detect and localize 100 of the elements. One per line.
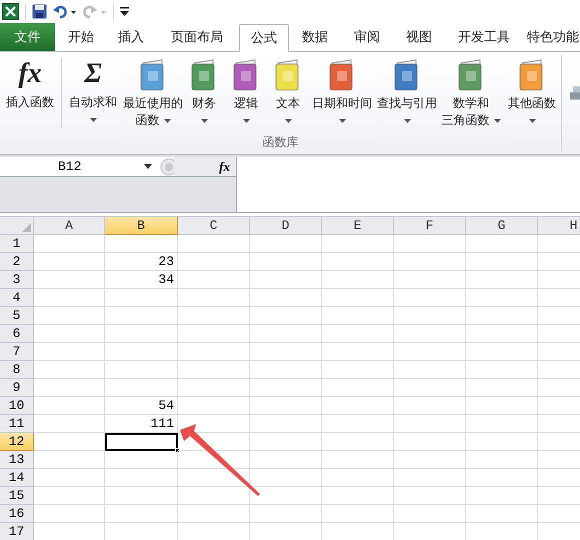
ribbon-tab[interactable]: 插入 bbox=[107, 23, 155, 51]
table-cell bbox=[34, 415, 105, 433]
ribbon-tab[interactable]: 页面布局 bbox=[155, 23, 239, 51]
table-cell bbox=[322, 397, 394, 415]
table-cell bbox=[250, 415, 322, 433]
row-header[interactable]: 12 bbox=[0, 433, 34, 451]
ribbon-button[interactable]: 查找与引用 bbox=[377, 95, 437, 112]
table-cell bbox=[394, 469, 466, 487]
row-header[interactable]: 6 bbox=[0, 325, 34, 343]
column-header[interactable]: A bbox=[34, 217, 105, 235]
table-cell bbox=[322, 271, 394, 289]
ribbon-button[interactable]: 财务 bbox=[192, 95, 216, 112]
table-cell bbox=[466, 451, 538, 469]
table-cell bbox=[322, 379, 394, 397]
row-header[interactable]: 10 bbox=[0, 397, 34, 415]
ribbon-tab[interactable]: 开始 bbox=[55, 23, 107, 51]
ribbon-tab[interactable]: 审阅 bbox=[341, 23, 393, 51]
ribbon-tab[interactable]: 视图 bbox=[393, 23, 445, 51]
customize-dropdown-icon[interactable] bbox=[120, 7, 129, 16]
row-header[interactable]: 8 bbox=[0, 361, 34, 379]
ribbon-button[interactable]: 数学和 三角函数 bbox=[442, 95, 500, 129]
caret-icon[interactable] bbox=[338, 119, 346, 123]
table-cell bbox=[34, 379, 105, 397]
ribbon-tab[interactable]: 数据 bbox=[289, 23, 341, 51]
fill-handle[interactable] bbox=[175, 448, 180, 453]
table-cell bbox=[322, 253, 394, 271]
ribbon-button[interactable]: 逻辑 bbox=[234, 95, 258, 112]
column-header[interactable]: D bbox=[250, 217, 322, 235]
caret-icon[interactable] bbox=[528, 119, 536, 123]
caret-icon[interactable] bbox=[164, 118, 170, 122]
table-cell bbox=[34, 325, 105, 343]
table-cell bbox=[394, 397, 466, 415]
table-cell bbox=[466, 325, 538, 343]
column-header[interactable]: B bbox=[105, 217, 178, 235]
table-cell bbox=[250, 433, 322, 451]
table-cell bbox=[178, 289, 250, 307]
row-header[interactable]: 7 bbox=[0, 343, 34, 361]
row-header[interactable]: 4 bbox=[0, 289, 34, 307]
table-cell bbox=[250, 379, 322, 397]
table-cell bbox=[250, 235, 322, 253]
row-header[interactable]: 13 bbox=[0, 451, 34, 469]
row-header[interactable]: 2 bbox=[0, 253, 34, 271]
function-icon: fx bbox=[18, 58, 42, 90]
column-header[interactable]: F bbox=[394, 217, 466, 235]
table-cell bbox=[178, 307, 250, 325]
ribbon-button[interactable]: 文本 bbox=[276, 95, 300, 112]
column-header[interactable]: G bbox=[466, 217, 538, 235]
ribbon-button[interactable]: 其他函数 bbox=[508, 95, 556, 112]
save-icon[interactable] bbox=[32, 4, 47, 19]
table-cell bbox=[250, 271, 322, 289]
ribbon-button[interactable]: 日期和时间 bbox=[312, 95, 372, 112]
row-header[interactable]: 15 bbox=[0, 487, 34, 505]
row-header[interactable]: 1 bbox=[0, 235, 34, 253]
table-cell bbox=[322, 325, 394, 343]
dropdown-arrow-icon[interactable] bbox=[144, 164, 152, 169]
undo-icon[interactable] bbox=[53, 4, 77, 18]
insert-function-button[interactable]: fx bbox=[219, 157, 236, 176]
column-header[interactable]: H bbox=[538, 217, 580, 235]
ribbon-tab[interactable]: 公式 bbox=[239, 24, 289, 52]
table-cell bbox=[394, 379, 466, 397]
row-header[interactable]: 11 bbox=[0, 415, 34, 433]
table-cell bbox=[466, 433, 538, 451]
column-header[interactable]: C bbox=[178, 217, 250, 235]
table-cell bbox=[466, 361, 538, 379]
formula-input-field[interactable] bbox=[237, 157, 580, 212]
table-cell bbox=[466, 343, 538, 361]
ribbon-tab[interactable]: 文件 bbox=[0, 23, 55, 51]
table-cell bbox=[466, 487, 538, 505]
ribbon-tab[interactable]: 开发工具 bbox=[445, 23, 523, 51]
active-cell[interactable] bbox=[105, 433, 178, 451]
caret-icon[interactable] bbox=[284, 119, 292, 123]
table-cell bbox=[322, 469, 394, 487]
ribbon-button[interactable]: 最近使用的 函数 bbox=[123, 95, 183, 129]
caret-icon[interactable] bbox=[494, 118, 500, 122]
table-cell bbox=[250, 253, 322, 271]
table-cell bbox=[34, 469, 105, 487]
column-header[interactable]: E bbox=[322, 217, 394, 235]
caret-icon[interactable] bbox=[404, 119, 410, 123]
ribbon-button[interactable]: 自动求和 bbox=[69, 94, 117, 111]
row-header[interactable]: 14 bbox=[0, 469, 34, 487]
row-header[interactable]: 5 bbox=[0, 307, 34, 325]
table-cell bbox=[250, 505, 322, 523]
caret-icon[interactable] bbox=[200, 119, 208, 123]
table-cell bbox=[394, 307, 466, 325]
table-cell bbox=[394, 415, 466, 433]
caret-icon[interactable] bbox=[242, 119, 250, 123]
ribbon-button[interactable]: 插入函数 bbox=[6, 94, 54, 111]
row-header[interactable]: 16 bbox=[0, 505, 34, 523]
caret-icon[interactable] bbox=[90, 118, 96, 122]
row-header[interactable]: 3 bbox=[0, 271, 34, 289]
table-cell bbox=[394, 253, 466, 271]
table-cell bbox=[34, 235, 105, 253]
table-cell bbox=[322, 343, 394, 361]
table-cell bbox=[178, 397, 250, 415]
excel-logo-icon[interactable] bbox=[2, 3, 19, 20]
name-box[interactable]: B12 bbox=[0, 156, 82, 176]
table-cell bbox=[466, 253, 538, 271]
row-header[interactable]: 17 bbox=[0, 523, 34, 540]
ribbon-tab[interactable]: 特色功能 bbox=[523, 23, 580, 51]
row-header[interactable]: 9 bbox=[0, 379, 34, 397]
